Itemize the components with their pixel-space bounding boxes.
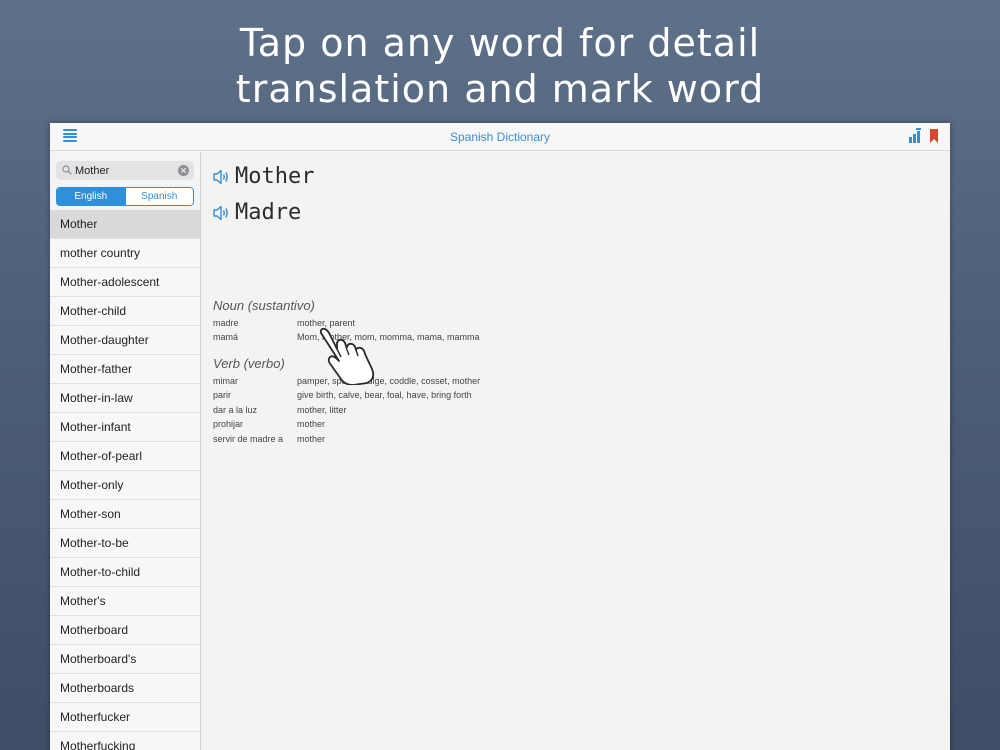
entry-translation[interactable]: mother — [297, 434, 325, 444]
word-list-item[interactable]: Mother-adolescent — [50, 268, 200, 297]
search-bar — [56, 161, 194, 180]
headword-spanish: Madre — [213, 200, 301, 225]
word-list-item[interactable]: mother country — [50, 239, 200, 268]
promo-line-2: translation and mark word — [235, 67, 765, 111]
word-list-item[interactable]: Mother-to-be — [50, 529, 200, 558]
entry-term[interactable]: dar a la luz — [213, 405, 297, 415]
translate-ab-icon[interactable] — [908, 128, 922, 144]
word-list-item[interactable]: Motherfucking — [50, 732, 200, 750]
app-window: Spanish Dictionary Mother English Spanis… — [50, 123, 950, 750]
word-list-item[interactable]: Mother-son — [50, 500, 200, 529]
headword-text[interactable]: Madre — [235, 200, 301, 225]
segment-english[interactable]: English — [57, 188, 125, 205]
word-list-item[interactable]: Mother-to-child — [50, 558, 200, 587]
entry-translation[interactable]: give birth, calve, bear, foal, have, bri… — [297, 390, 472, 400]
promo-line-1: Tap on any word for detail — [239, 21, 761, 65]
word-list-item[interactable]: Mother-infant — [50, 413, 200, 442]
entry-row[interactable]: parir give birth, calve, bear, foal, hav… — [213, 390, 472, 400]
language-toggle: English Spanish — [56, 187, 194, 206]
entry-translation[interactable]: mother, litter — [297, 405, 347, 415]
clear-search-icon[interactable] — [178, 165, 189, 176]
word-list-item[interactable]: Motherfucker — [50, 703, 200, 732]
noun-heading: Noun (sustantivo) — [213, 298, 315, 313]
entry-term[interactable]: parir — [213, 390, 297, 400]
entry-term[interactable]: servir de madre a — [213, 434, 297, 444]
nav-title: Spanish Dictionary — [449, 130, 551, 144]
entry-translation[interactable]: mother — [297, 419, 325, 429]
word-list-item[interactable]: Mother's — [50, 587, 200, 616]
headword-text[interactable]: Mother — [235, 164, 314, 189]
word-list-item[interactable]: Motherboards — [50, 674, 200, 703]
promo-caption: Tap on any word for detail translation a… — [0, 20, 1000, 112]
word-list-item[interactable]: Motherboard's — [50, 645, 200, 674]
entry-term[interactable]: prohijar — [213, 419, 297, 429]
word-list-item[interactable]: Mother-daughter — [50, 326, 200, 355]
definition-panel: Mother Madre Noun (sustantivo) madre mot… — [201, 152, 950, 750]
entry-row[interactable]: prohijar mother — [213, 419, 325, 429]
nav-actions — [908, 128, 938, 144]
tap-hand-icon — [319, 327, 375, 385]
search-icon — [62, 165, 72, 175]
entry-term[interactable]: madre — [213, 318, 297, 328]
word-list-item[interactable]: Mother — [50, 210, 200, 239]
search-input[interactable] — [56, 161, 194, 180]
segment-spanish[interactable]: Spanish — [124, 188, 193, 205]
verb-heading: Verb (verbo) — [213, 356, 285, 371]
entry-row[interactable]: servir de madre a mother — [213, 434, 325, 444]
speaker-icon[interactable] — [213, 169, 230, 185]
word-list-item[interactable]: Mother-only — [50, 471, 200, 500]
word-list-item[interactable]: Mother-in-law — [50, 384, 200, 413]
speaker-icon[interactable] — [213, 205, 230, 221]
entry-row[interactable]: dar a la luz mother, litter — [213, 405, 347, 415]
entry-term[interactable]: mimar — [213, 376, 297, 386]
word-list-item[interactable]: Mother-of-pearl — [50, 442, 200, 471]
sidebar: English Spanish Mothermother countryMoth… — [50, 152, 201, 750]
word-list: Mother mother country Mother-adolescent Mot… — [50, 210, 200, 750]
word-list-item[interactable]: Motherboard — [50, 616, 200, 645]
bookmark-icon[interactable] — [930, 129, 938, 143]
word-list-item[interactable]: Mother-father — [50, 355, 200, 384]
word-list-item[interactable]: Mother-child — [50, 297, 200, 326]
headword-english: Mother — [213, 164, 314, 189]
entry-term[interactable]: mamá — [213, 332, 297, 342]
navigation-bar: Spanish Dictionary — [50, 123, 950, 151]
